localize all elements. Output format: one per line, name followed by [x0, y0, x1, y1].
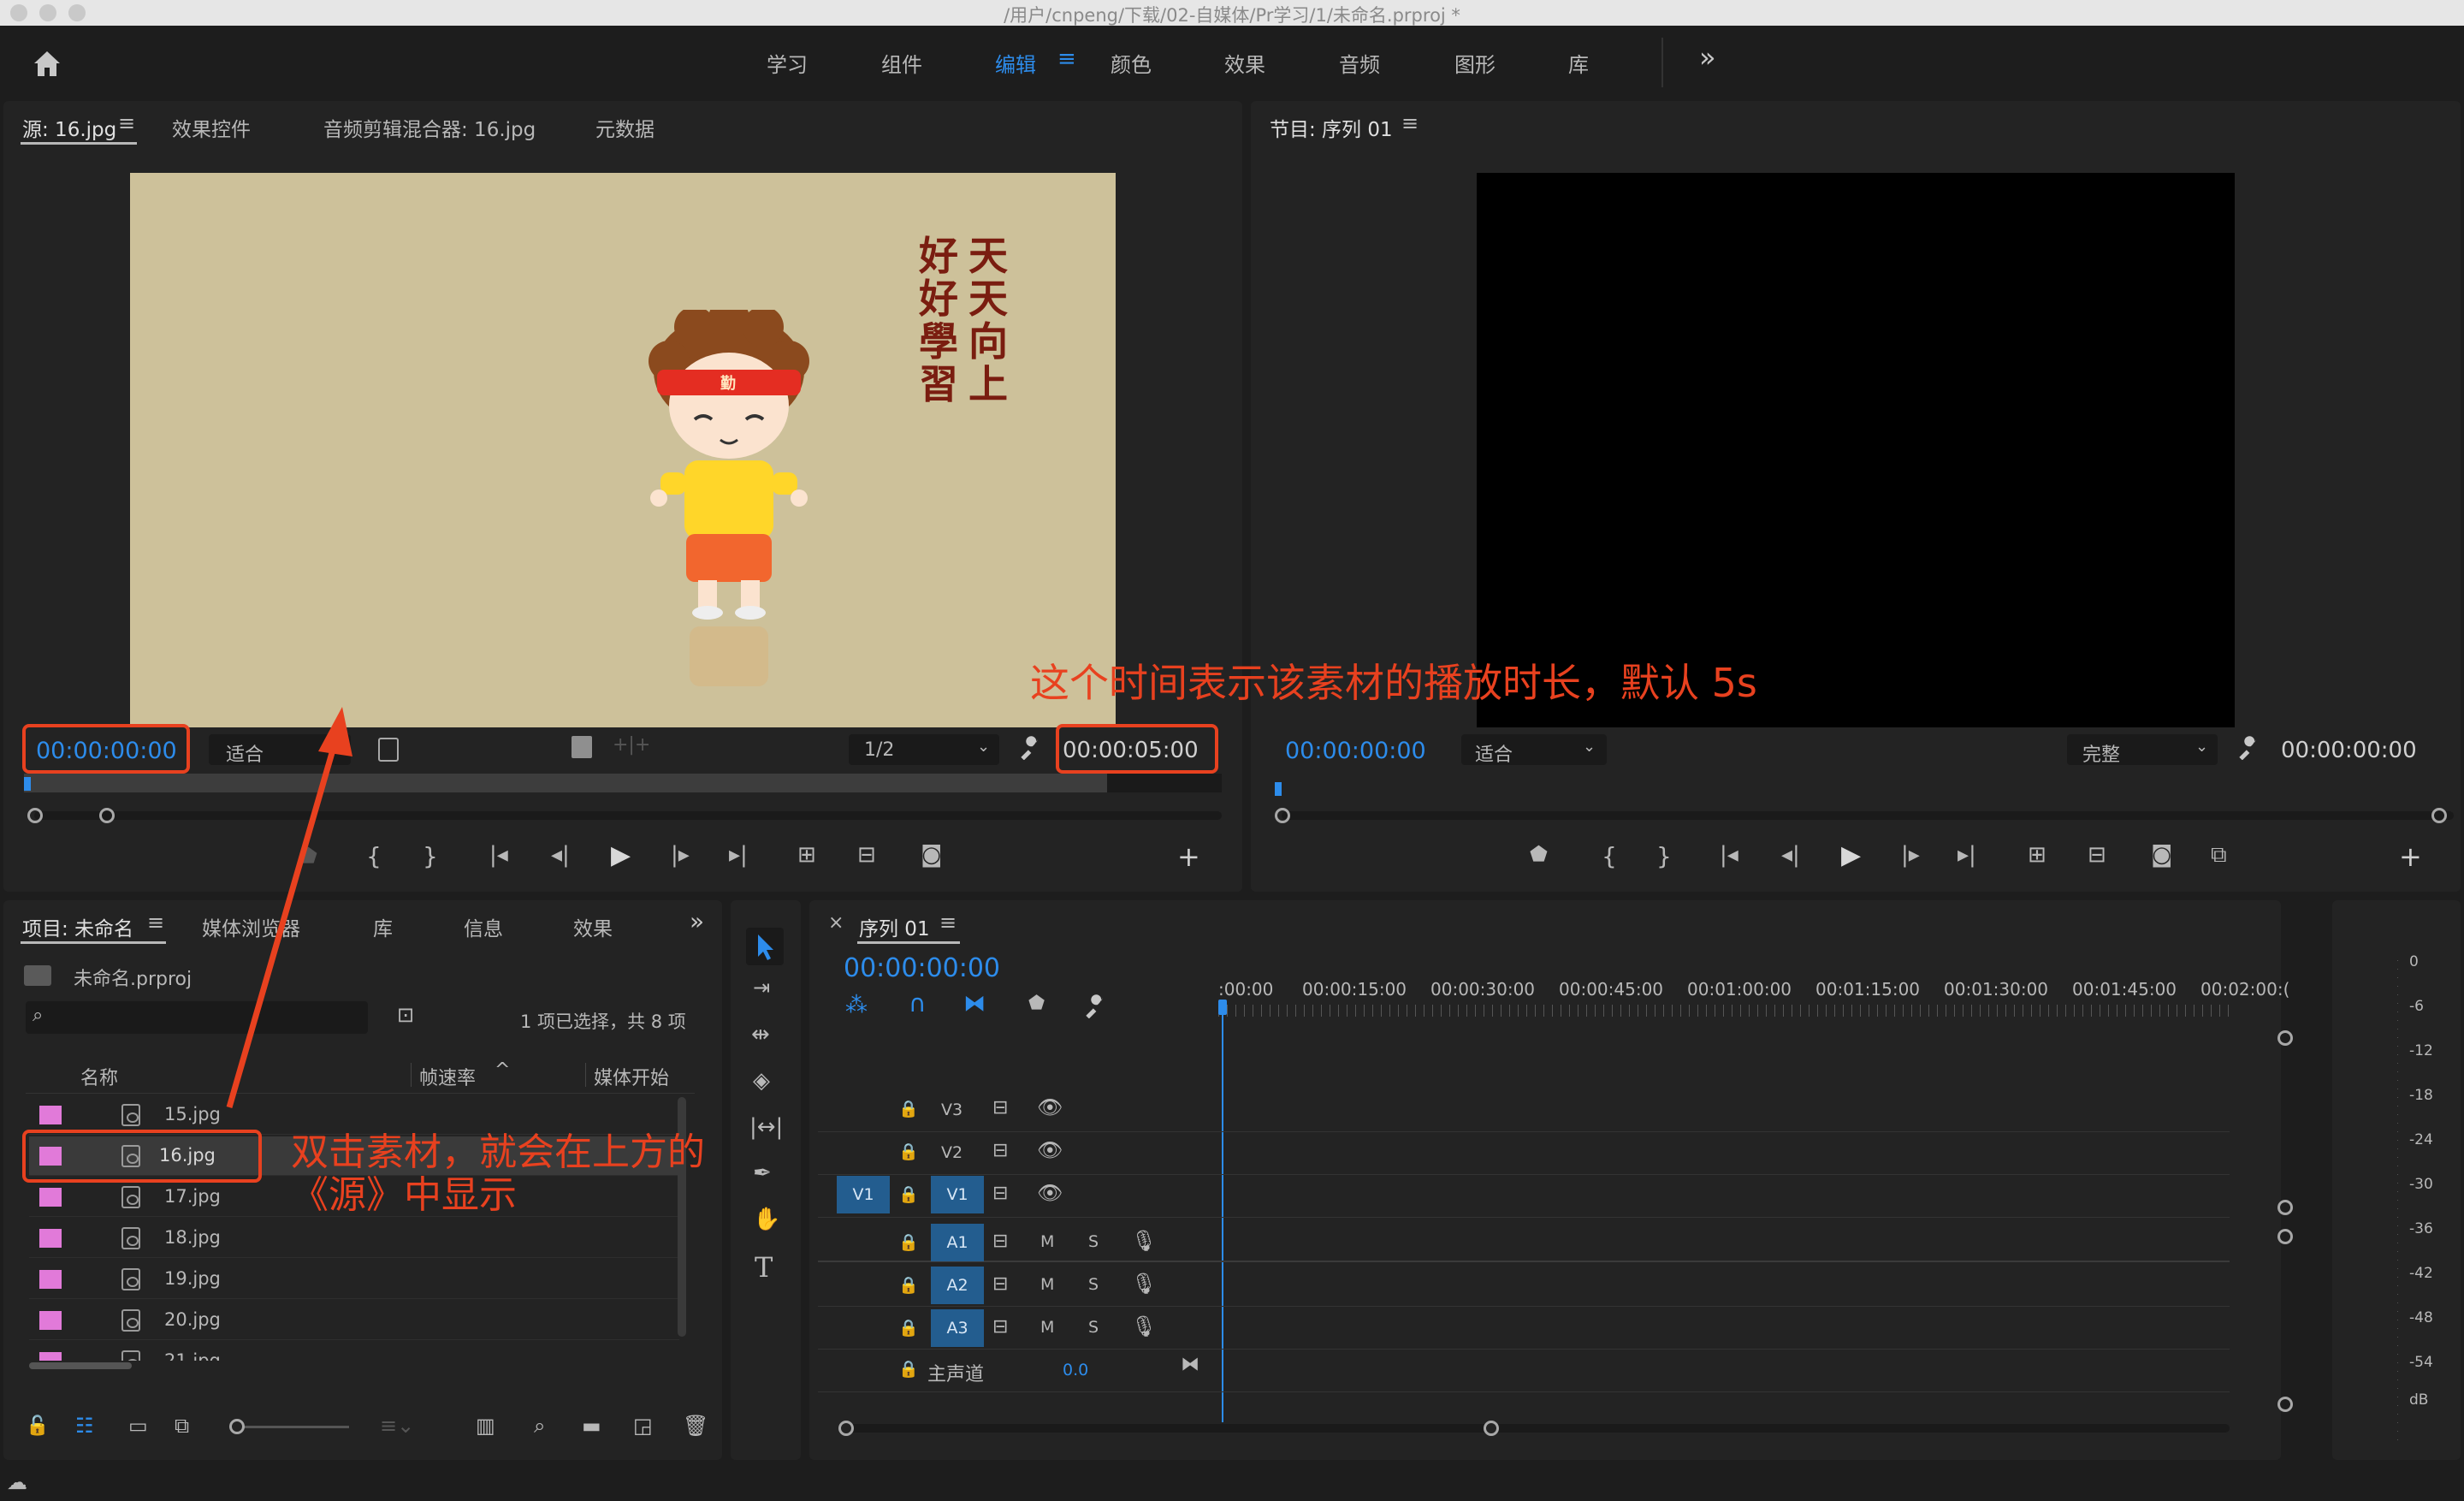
annotation-arrow	[226, 707, 352, 1108]
duration-annotation: 这个时间表示该素材的播放时长，默认 5s	[1030, 660, 1757, 706]
source-annotation-line2: 《源》中显示	[291, 1173, 517, 1217]
